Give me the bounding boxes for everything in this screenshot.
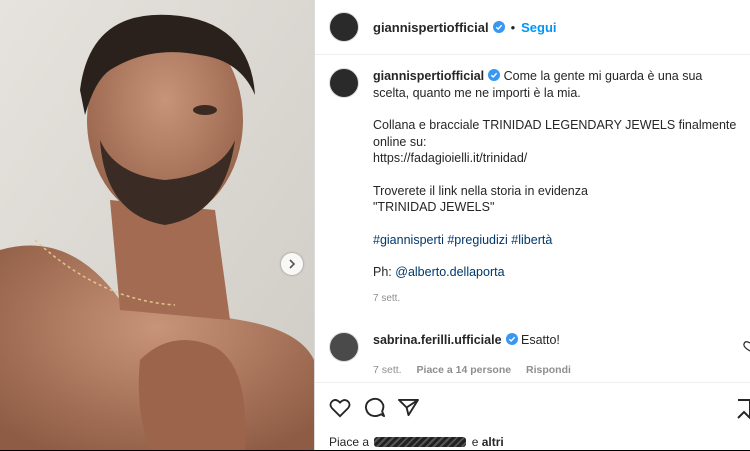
caption: giannispertiofficial Come la gente mi gu…: [329, 68, 739, 307]
separator-dot: •: [510, 19, 516, 35]
share-icon[interactable]: [398, 398, 419, 417]
caption-mention[interactable]: @alberto.dellaporta: [395, 265, 504, 279]
avatar[interactable]: [329, 12, 359, 42]
comment-time[interactable]: 7 sett.: [373, 364, 402, 376]
caption-line-2a: Collana e bracciale TRINIDAD LEGENDARY J…: [373, 118, 737, 149]
bookmark-icon[interactable]: [737, 399, 750, 419]
comment-avatar[interactable]: [329, 332, 359, 362]
comment-text: Esatto!: [521, 333, 560, 347]
likes-line: Piace a e altri: [329, 435, 504, 449]
likes-others[interactable]: altri: [482, 435, 504, 449]
comment-username[interactable]: sabrina.ferilli.ufficiale: [373, 333, 502, 347]
caption-hashtags[interactable]: #giannisperti #pregiudizi #libertà: [373, 233, 552, 247]
post-actions: Piace a e altri: [315, 382, 750, 451]
caption-avatar[interactable]: [329, 68, 359, 98]
redacted-username: [374, 437, 467, 447]
comment-reply-button[interactable]: Rispondi: [526, 364, 571, 376]
post-username[interactable]: giannispertiofficial: [373, 20, 489, 35]
post-detail-panel: giannispertiofficial • Segui giannispert…: [314, 0, 750, 450]
caption-credit-prefix: Ph:: [373, 265, 396, 279]
portrait-image: [0, 0, 314, 450]
chevron-right-icon: [289, 259, 296, 269]
next-photo-button[interactable]: [281, 253, 303, 275]
comment-meta: 7 sett. Piace a 14 persone Rispondi: [373, 362, 583, 378]
caption-username[interactable]: giannispertiofficial: [373, 69, 484, 83]
caption-line-3a: Troverete il link nella storia in eviden…: [373, 183, 588, 198]
post-header: giannispertiofficial • Segui: [315, 0, 750, 55]
caption-time[interactable]: 7 sett.: [373, 291, 739, 308]
post-photo: [0, 0, 314, 450]
verified-icon: [488, 69, 501, 81]
comment: sabrina.ferilli.ufficiale Esatto! 7 sett…: [329, 332, 749, 378]
caption-link: https://fadagioielli.it/trinidad/: [373, 151, 528, 165]
heart-icon[interactable]: [329, 398, 351, 418]
comment-icon[interactable]: [364, 397, 385, 418]
follow-button[interactable]: Segui: [521, 20, 556, 35]
comment-likes[interactable]: Piace a 14 persone: [417, 364, 512, 376]
verified-icon: [505, 333, 518, 345]
caption-line-3b: "TRINIDAD JEWELS": [373, 200, 495, 214]
likes-prefix: Piace a: [329, 435, 370, 449]
comment-like-heart-icon[interactable]: [742, 340, 750, 352]
caption-text: giannispertiofficial Come la gente mi gu…: [373, 68, 739, 307]
likes-and: e: [471, 435, 479, 449]
comment-body: sabrina.ferilli.ufficiale Esatto! 7 sett…: [373, 332, 583, 378]
verified-icon: [492, 21, 505, 33]
